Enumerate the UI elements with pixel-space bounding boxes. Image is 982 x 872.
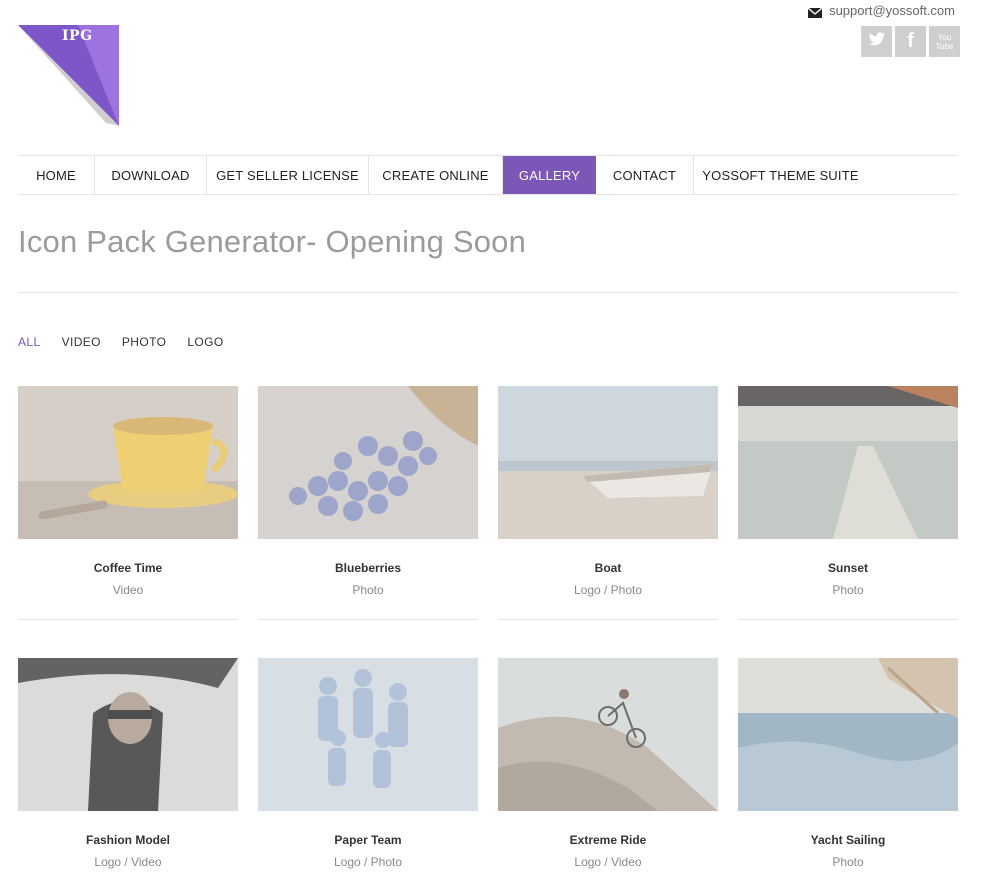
nav-get-seller-license[interactable]: GET SELLER LICENSE [207, 156, 369, 194]
twitter-icon [868, 31, 886, 52]
support-email[interactable]: support@yossoft.com [829, 3, 955, 18]
item-category: Video [112, 583, 144, 597]
twitter-button[interactable] [861, 26, 892, 57]
nav-download[interactable]: DOWNLOAD [95, 156, 207, 194]
thumbnail-boat[interactable] [498, 386, 718, 539]
social-links: f You Tube [861, 26, 960, 57]
filter-all[interactable]: ALL [18, 335, 41, 349]
nav-home[interactable]: HOME [18, 156, 95, 194]
item-title[interactable]: Boat [498, 561, 718, 575]
nav-yossoft-theme-suite[interactable]: YOSSOFT THEME SUITE [694, 156, 867, 194]
nav-create-online[interactable]: CREATE ONLINE [369, 156, 503, 194]
item-category: Photo [352, 583, 384, 597]
thumbnail-fashion-model[interactable] [18, 658, 238, 811]
gallery-item[interactable]: Yacht Sailing Photo [738, 658, 958, 869]
gallery-item[interactable]: Paper Team Logo / Photo [258, 658, 478, 869]
logo-text: IPG [62, 28, 93, 44]
item-title[interactable]: Fashion Model [18, 833, 238, 847]
gallery-item[interactable]: Blueberries Photo [258, 386, 478, 620]
youtube-icon: You Tube [935, 32, 954, 51]
filter-photo[interactable]: PHOTO [122, 335, 166, 349]
item-title[interactable]: Coffee Time [18, 561, 238, 575]
thumbnail-blueberries[interactable] [258, 386, 478, 539]
gallery-item[interactable]: Extreme Ride Logo / Video [498, 658, 718, 869]
main-nav: HOME DOWNLOAD GET SELLER LICENSE CREATE … [18, 155, 958, 195]
gallery-item[interactable]: Fashion Model Logo / Video [18, 658, 238, 869]
facebook-icon: f [907, 30, 914, 52]
nav-contact[interactable]: CONTACT [596, 156, 694, 194]
item-title[interactable]: Sunset [738, 561, 958, 575]
envelope-icon [807, 6, 823, 18]
thumbnail-sunset[interactable] [738, 386, 958, 539]
gallery-item[interactable]: Coffee Time Video [18, 386, 238, 620]
item-category: Logo / Photo [573, 583, 643, 597]
support-contact[interactable]: support@yossoft.com [807, 3, 955, 18]
item-title[interactable]: Yacht Sailing [738, 833, 958, 847]
gallery-item[interactable]: Sunset Photo [738, 386, 958, 620]
divider [18, 619, 238, 620]
item-category: Logo / Video [94, 855, 162, 869]
facebook-button[interactable]: f [895, 26, 926, 57]
item-title[interactable]: Blueberries [258, 561, 478, 575]
page-title: Icon Pack Generator- Opening Soon [18, 224, 527, 259]
thumbnail-yacht-sailing[interactable] [738, 658, 958, 811]
divider [738, 619, 958, 620]
item-category: Photo [832, 855, 864, 869]
youtube-button[interactable]: You Tube [929, 26, 960, 57]
filter-logo[interactable]: LOGO [187, 335, 223, 349]
item-category: Photo [832, 583, 864, 597]
item-category: Logo / Photo [333, 855, 403, 869]
nav-gallery[interactable]: GALLERY [503, 156, 596, 194]
item-title[interactable]: Paper Team [258, 833, 478, 847]
divider [498, 619, 718, 620]
filter-video[interactable]: VIDEO [62, 335, 101, 349]
gallery-item[interactable]: Boat Logo / Photo [498, 386, 718, 620]
thumbnail-extreme-ride[interactable] [498, 658, 718, 811]
item-title[interactable]: Extreme Ride [498, 833, 718, 847]
gallery-filters: ALL VIDEO PHOTO LOGO [18, 335, 224, 349]
divider [18, 292, 958, 293]
thumbnail-paper-team[interactable] [258, 658, 478, 811]
thumbnail-coffee-time[interactable] [18, 386, 238, 539]
divider [258, 619, 478, 620]
site-logo[interactable]: IPG [18, 25, 119, 126]
item-category: Logo / Video [574, 855, 642, 869]
